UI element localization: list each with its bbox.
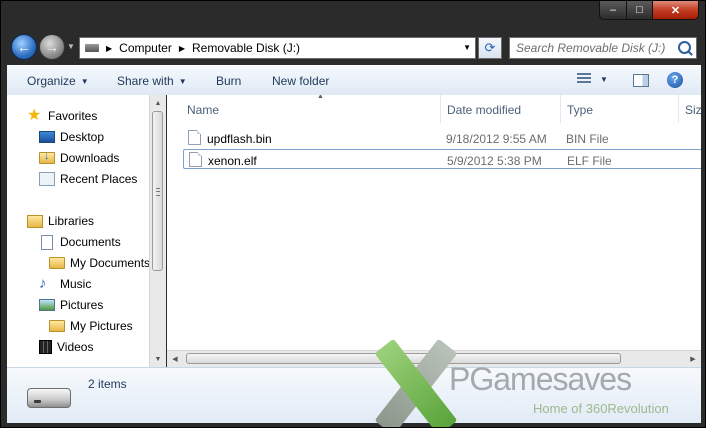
search-icon[interactable] — [678, 41, 691, 54]
file-name: xenon.elf — [208, 154, 257, 168]
file-row[interactable]: xenon.elf 5/9/2012 5:38 PM ELF File — [183, 149, 701, 169]
pictures-icon — [39, 299, 55, 311]
nav-my-documents-label: My Documents — [70, 256, 151, 270]
close-button[interactable]: ✕ — [653, 1, 699, 20]
column-name-label: Name — [187, 103, 220, 117]
breadcrumb-separator-icon[interactable]: ▶ — [106, 44, 112, 53]
scroll-down-arrow-icon[interactable]: ▼ — [150, 351, 166, 367]
downloads-folder-icon — [39, 150, 55, 164]
music-icon: ♪ — [39, 275, 47, 292]
nav-videos[interactable]: Videos — [39, 337, 93, 357]
chevron-down-icon: ▼ — [80, 77, 89, 86]
nav-my-pictures[interactable]: My Pictures — [49, 316, 133, 336]
nav-documents-label: Documents — [60, 235, 121, 249]
nav-recent-places[interactable]: Recent Places — [39, 169, 137, 189]
column-header-name[interactable]: ▲ Name — [181, 95, 441, 123]
nav-favorites[interactable]: ★ Favorites — [27, 106, 97, 126]
file-icon — [188, 130, 201, 145]
file-row[interactable]: updflash.bin 9/18/2012 9:55 AM BIN File — [183, 128, 701, 148]
breadcrumb-separator-icon[interactable]: ▶ — [179, 44, 185, 53]
nav-documents[interactable]: Documents — [39, 232, 121, 252]
watermark-subtitle: Home of 360Revolution — [533, 401, 669, 416]
nav-downloads-label: Downloads — [60, 151, 120, 165]
videos-icon — [39, 340, 52, 354]
scrollbar-thumb[interactable] — [152, 111, 163, 271]
navigation-bar: ← → ▼ ▶ Computer ▶ Removable Disk (J:) ▼… — [1, 29, 705, 65]
help-icon[interactable]: ? — [667, 72, 683, 88]
address-bar[interactable]: ▶ Computer ▶ Removable Disk (J:) ▼ — [79, 37, 476, 59]
nav-my-documents[interactable]: My Documents — [49, 253, 150, 273]
refresh-button[interactable]: ⟳ — [478, 37, 502, 59]
grip-icon — [156, 188, 160, 196]
nav-desktop-label: Desktop — [60, 130, 105, 144]
command-bar: Organize ▼ Share with ▼ Burn New folder ▼ … — [7, 65, 701, 95]
nav-desktop[interactable]: Desktop — [39, 127, 104, 147]
nav-recent-places-label: Recent Places — [60, 172, 138, 186]
nav-music[interactable]: ♪ Music — [39, 274, 91, 294]
breadcrumb-computer[interactable]: Computer — [119, 41, 172, 55]
caption-buttons: – □ ✕ — [599, 1, 699, 21]
new-folder-button[interactable]: New folder — [272, 74, 329, 88]
file-date-modified: 5/9/2012 5:38 PM — [447, 154, 542, 168]
explorer-window: – □ ✕ ← → ▼ ▶ Computer ▶ Removable Disk … — [0, 0, 706, 428]
minimize-button[interactable]: – — [599, 1, 627, 20]
folder-icon — [49, 257, 65, 269]
recent-places-icon — [39, 172, 55, 186]
removable-disk-icon — [27, 388, 71, 408]
search-box[interactable] — [509, 37, 697, 59]
recent-pages-dropdown[interactable]: ▼ — [67, 42, 75, 51]
search-input[interactable] — [516, 39, 676, 57]
file-type: ELF File — [567, 154, 612, 168]
organize-label: Organize — [27, 74, 76, 88]
share-with-label: Share with — [117, 74, 174, 88]
forward-button[interactable]: → — [39, 34, 65, 60]
desktop-icon — [39, 131, 55, 143]
forward-arrow-icon: → — [45, 39, 59, 55]
nav-videos-label: Videos — [57, 340, 94, 354]
nav-my-pictures-label: My Pictures — [70, 319, 133, 333]
column-header-type[interactable]: Type — [561, 95, 679, 123]
address-history-dropdown-icon[interactable]: ▼ — [463, 43, 471, 52]
nav-libraries[interactable]: Libraries — [27, 211, 94, 231]
refresh-icon: ⟳ — [484, 40, 496, 55]
nav-libraries-label: Libraries — [48, 214, 95, 228]
column-header-size[interactable]: Size — [679, 95, 701, 123]
column-header-date-modified[interactable]: Date modified — [441, 95, 561, 123]
share-with-button[interactable]: Share with ▼ — [117, 74, 187, 88]
nav-favorites-label: Favorites — [48, 109, 98, 123]
sort-ascending-icon: ▲ — [317, 95, 324, 100]
organize-button[interactable]: Organize ▼ — [27, 74, 89, 88]
chevron-down-icon: ▼ — [178, 77, 187, 86]
watermark-title: PGamesaves — [449, 361, 632, 397]
back-arrow-icon: ← — [17, 39, 31, 55]
scroll-left-arrow-icon[interactable]: ◀ — [167, 351, 183, 367]
breadcrumb-removable-disk[interactable]: Removable Disk (J:) — [192, 41, 300, 55]
documents-icon — [41, 234, 53, 250]
file-type: BIN File — [566, 132, 609, 146]
burn-button[interactable]: Burn — [216, 74, 241, 88]
nav-downloads[interactable]: Downloads — [39, 148, 119, 168]
scroll-right-arrow-icon[interactable]: ▶ — [685, 351, 701, 367]
back-button[interactable]: ← — [11, 34, 37, 60]
change-view-icon[interactable] — [577, 73, 591, 86]
file-name: updflash.bin — [207, 132, 272, 146]
file-date-modified: 9/18/2012 9:55 AM — [446, 132, 547, 146]
nav-pictures[interactable]: Pictures — [39, 295, 103, 315]
nav-music-label: Music — [60, 277, 92, 291]
maximize-button[interactable]: □ — [627, 1, 653, 20]
view-options-dropdown-icon[interactable]: ▼ — [600, 75, 608, 84]
item-count: 2 items — [88, 377, 127, 391]
file-icon — [189, 152, 202, 167]
nav-pictures-label: Pictures — [60, 298, 104, 312]
drive-icon — [85, 44, 99, 52]
navigation-pane: ★ Favorites Desktop Downloads Recent Plac… — [7, 95, 166, 367]
folder-icon — [49, 320, 65, 332]
libraries-icon — [27, 214, 43, 228]
file-list: ▲ Name Date modified Type Size updflash.… — [167, 95, 701, 367]
star-icon: ★ — [27, 107, 42, 124]
nav-pane-vertical-scrollbar[interactable]: ▲ ▼ — [149, 95, 166, 367]
preview-pane-icon[interactable] — [633, 74, 649, 87]
scroll-up-arrow-icon[interactable]: ▲ — [150, 95, 166, 111]
